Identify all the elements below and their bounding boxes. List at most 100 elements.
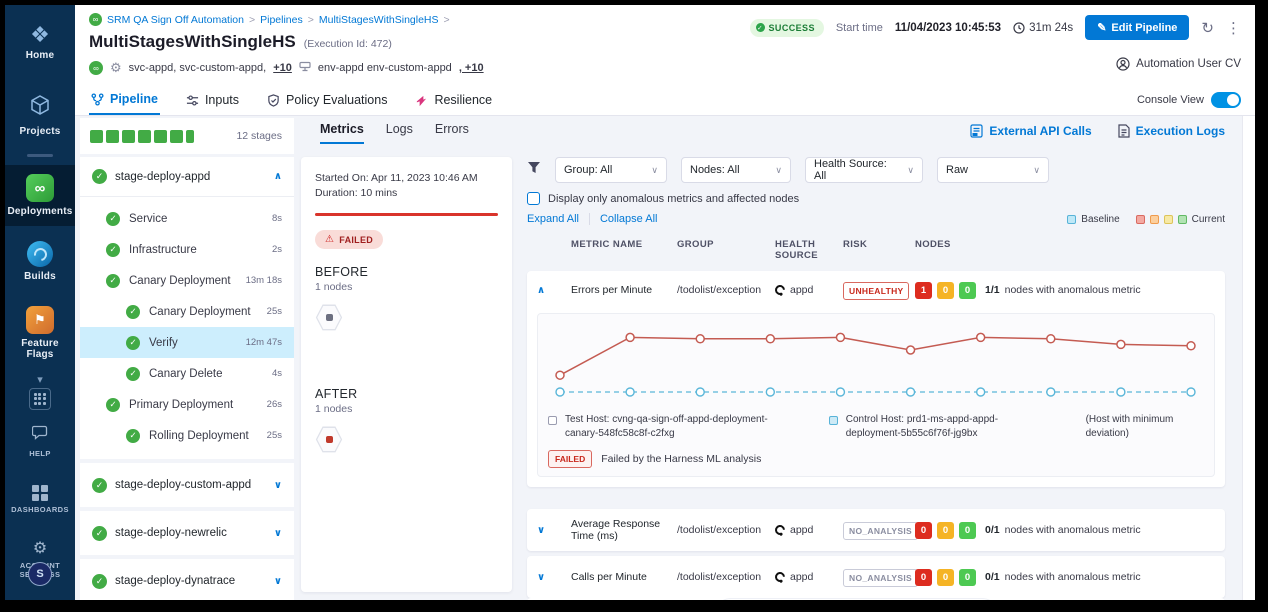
tab-metrics[interactable]: Metrics [320,122,364,144]
document-icon [1118,124,1130,138]
breadcrumb-separator: > [308,14,314,26]
expand-row-icon[interactable]: ∨ [537,525,561,536]
col-risk: RISK [843,239,905,261]
health-source: appd [790,571,813,583]
nodes-filter-select[interactable]: Nodes: All∨ [681,157,791,183]
health-source: appd [790,524,813,536]
user-name: Automation User CV [1136,58,1241,70]
collapse-row-icon[interactable]: ∧ [537,285,561,296]
success-check-icon: ✓ [92,526,107,541]
stage-step-canary-delete[interactable]: ✓ Canary Delete 4s [80,358,294,389]
verification-status-badge: ⚠ FAILED [315,230,383,249]
node-count-yellow: 0 [937,569,954,586]
stage-group-header[interactable]: ✓ stage-deploy-dynatrace ∨ [80,559,294,600]
breadcrumb-pipelines[interactable]: Pipelines [260,14,303,26]
stage-group-header[interactable]: ✓ stage-deploy-appd ∧ [80,157,294,197]
avatar[interactable]: S [28,562,52,586]
sidebar-item-dashboards[interactable]: DASHBOARDS [5,476,75,524]
expand-all-link[interactable]: Expand All [527,213,579,225]
success-check-icon: ✓ [126,305,140,319]
verify-summary-card: Started On: Apr 11, 2023 10:46 AM Durati… [301,157,512,592]
step-duration: 25s [267,306,282,317]
tab-policy-evaluations[interactable]: Policy Evaluations [265,85,389,115]
col-metric-name: METRIC NAME [571,239,667,261]
external-api-calls-link[interactable]: External API Calls [970,124,1091,138]
breadcrumb-pipeline-name[interactable]: MultiStagesWithSingleHS [319,14,439,26]
success-check-icon: ✓ [106,243,120,257]
current-legend-swatch-green [1178,215,1187,224]
collapse-all-link[interactable]: Collapse All [600,213,657,225]
sidebar-item-feature-flags[interactable]: ⚑ Feature Flags [5,297,75,369]
console-view-toggle[interactable] [1211,92,1241,108]
stage-group-newrelic: ✓ stage-deploy-newrelic ∨ [80,511,294,555]
stage-group-header[interactable]: ✓ stage-deploy-custom-appd ∨ [80,463,294,507]
col-nodes: NODES [915,239,1225,261]
sidebar-divider [27,154,53,157]
nodes-ratio: 0/1 [985,524,1000,536]
sidebar-item-deployments[interactable]: ∞ Deployments [5,165,75,226]
sidebar-item-label: Home [26,50,55,61]
health-source-filter-select[interactable]: Health Source: All∨ [805,157,923,183]
after-node-hexagon[interactable] [315,425,343,453]
execution-logs-link[interactable]: Execution Logs [1118,124,1225,138]
services-more-link[interactable]: +10 [273,62,292,74]
pager: ← Prev 1 2 3 4 5 Next → [714,598,1000,600]
nodes-suffix: nodes with anomalous metric [1005,524,1141,536]
tab-logs[interactable]: Logs [386,122,413,144]
exec-tabs: Metrics Logs Errors [320,122,469,144]
stage-step-primary-deployment[interactable]: ✓ Primary Deployment 26s [80,389,294,420]
user-chip[interactable]: Automation User CV [1116,57,1241,71]
breadcrumb-project[interactable]: SRM QA Sign Off Automation [107,14,244,26]
success-check-icon: ✓ [106,274,120,288]
sidebar-item-builds[interactable]: Builds [5,232,75,291]
tab-resilience[interactable]: Resilience [413,85,494,115]
edit-pipeline-button[interactable]: ✎Edit Pipeline [1085,15,1189,40]
appdynamics-icon [773,283,787,297]
metric-chart[interactable] [548,320,1203,406]
chevron-down-icon: ∨ [775,165,782,176]
control-host-checkbox[interactable] [829,416,838,425]
console-view-label: Console View [1137,94,1204,106]
chart-legend: Baseline Current [1067,214,1225,225]
clock-icon [1013,22,1025,34]
environments-more-link[interactable]: , +10 [459,62,484,74]
stage-step-canary-deployment[interactable]: ✓ Canary Deployment 13m 18s [80,265,294,296]
before-node-hexagon[interactable] [315,303,343,331]
current-legend-swatch-yellow [1164,215,1173,224]
sidebar-item-help[interactable]: HELP [5,416,75,468]
control-host-label: Control Host: prd1-ms-appd-appd-deployme… [846,413,1042,441]
metric-name: Errors per Minute [571,284,667,296]
test-host-checkbox[interactable] [548,416,557,425]
chevron-down-icon[interactable]: ▾ [37,373,43,386]
divider [589,213,590,225]
stage-step-canary-deployment-child[interactable]: ✓ Canary Deployment 25s [80,296,294,327]
raw-mode-select[interactable]: Raw∨ [937,157,1049,183]
step-label: Primary Deployment [129,399,258,411]
stage-step-service[interactable]: ✓ Service 8s [80,203,294,234]
metric-detail: Test Host: cvng-qa-sign-off-appd-deploym… [527,309,1225,487]
step-label: Verify [149,337,237,349]
expand-row-icon[interactable]: ∨ [537,572,561,583]
stage-group-header[interactable]: ✓ stage-deploy-newrelic ∨ [80,511,294,555]
group-filter-select[interactable]: Group: All∨ [555,157,667,183]
refresh-icon[interactable]: ↻ [1201,19,1214,37]
col-health-source: HEALTH SOURCE [775,239,833,261]
anomalous-only-checkbox[interactable] [527,192,540,205]
kebab-menu-icon[interactable]: ⋮ [1226,19,1241,37]
filter-funnel-icon[interactable] [527,161,541,179]
stage-step-infrastructure[interactable]: ✓ Infrastructure 2s [80,234,294,265]
sidebar-item-label: Feature Flags [7,338,73,360]
baseline-legend-swatch [1067,215,1076,224]
scrollbar-track[interactable] [1242,116,1255,600]
sidebar-item-home[interactable]: ❖ Home [5,15,75,70]
module-grid-icon[interactable] [29,388,51,410]
started-on: Started On: Apr 11, 2023 10:46 AM [315,171,498,186]
tab-pipeline[interactable]: Pipeline [89,85,160,115]
stage-step-rolling-deployment[interactable]: ✓ Rolling Deployment 25s [80,420,294,451]
step-duration: 13m 18s [246,275,282,286]
sidebar-item-projects[interactable]: Projects [5,84,75,146]
tab-errors[interactable]: Errors [435,122,469,144]
tab-inputs[interactable]: Inputs [184,85,241,115]
stage-step-verify[interactable]: ✓ Verify 12m 47s [80,327,294,358]
nodes-ratio: 1/1 [985,284,1000,296]
